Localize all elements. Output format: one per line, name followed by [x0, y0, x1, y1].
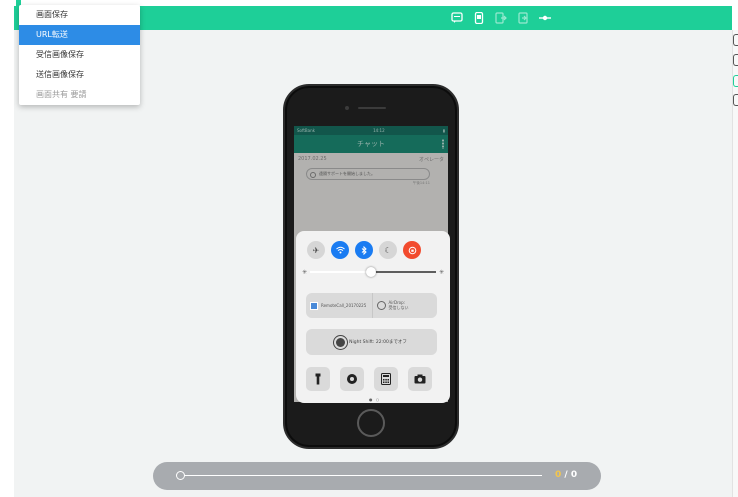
- left-strip: [0, 0, 14, 497]
- playback-track[interactable]: [180, 475, 542, 476]
- screenshot-label: RemoteCall_20170225: [321, 303, 367, 308]
- brightness-slider: [310, 267, 436, 277]
- moon-icon: ☾: [379, 241, 397, 259]
- airdrop-text: AirDrop: 受信しない: [389, 300, 409, 311]
- rail-screen-icon[interactable]: [733, 94, 738, 106]
- export-icon[interactable]: [493, 10, 509, 26]
- night-shift-tile: Night Shift: 22:00までオフ: [306, 329, 437, 355]
- import-icon[interactable]: [515, 10, 531, 26]
- brightness-high-icon: ✳: [439, 269, 445, 276]
- media-tiles: RemoteCall_20170225 AirDrop: 受信しない: [306, 293, 437, 318]
- playback-bar: 0 / 0: [153, 462, 601, 490]
- flashlight-icon: [306, 367, 330, 391]
- rail-settings-icon[interactable]: [733, 54, 738, 66]
- screenshot-tile: RemoteCall_20170225: [306, 293, 372, 318]
- connectivity-toggles: ✈ ☾: [307, 241, 421, 259]
- rail-active-icon[interactable]: [733, 75, 738, 87]
- playback-separator: /: [561, 470, 571, 480]
- phone-frame: SoftBank 14:12 ▮ チャット 2017.02.25 オペレータ 遠…: [283, 84, 459, 449]
- control-center: ✈ ☾ ✳ ✳ RemoteCall_20170225 AirDrop: 受信し…: [296, 231, 450, 403]
- menu-item-save-sent-image[interactable]: 送信画像保存: [19, 65, 140, 85]
- brightness-fill: [310, 271, 373, 273]
- rotation-lock-icon: [403, 241, 421, 259]
- playback-knob[interactable]: [176, 471, 185, 480]
- playback-total: 0: [570, 470, 578, 480]
- playback-counter: 0 / 0: [555, 470, 577, 480]
- page-indicator: ● ○: [369, 397, 381, 402]
- link-icon[interactable]: [537, 10, 553, 26]
- earpiece: [358, 107, 386, 109]
- night-shift-icon: [336, 337, 346, 347]
- wifi-icon: [331, 241, 349, 259]
- image-thumbnail-icon: [310, 301, 318, 310]
- airdrop-state: 受信しない: [388, 305, 409, 310]
- calculator-icon: [374, 367, 398, 391]
- rail-person-icon[interactable]: [733, 34, 738, 46]
- bluetooth-icon: [355, 241, 373, 259]
- chat-icon[interactable]: [449, 10, 465, 26]
- brightness-low-icon: ✳: [302, 269, 308, 276]
- menu-item-screen-save[interactable]: 画面保存: [19, 5, 140, 25]
- front-camera: [345, 106, 349, 110]
- airplane-icon: ✈: [307, 241, 325, 259]
- night-shift-label: Night Shift: 22:00までオフ: [349, 340, 407, 345]
- save-menu-dropdown: 画面保存 URL転送 受信画像保存 送信画像保存 画面共有 要請: [19, 5, 140, 105]
- home-button[interactable]: [357, 409, 385, 437]
- toolbar-icons: [449, 10, 553, 26]
- airdrop-tile: AirDrop: 受信しない: [371, 293, 438, 318]
- timer-icon: [340, 367, 364, 391]
- menu-item-screen-share-request: 画面共有 要請: [36, 90, 87, 99]
- airdrop-icon: [376, 301, 386, 310]
- menu-item-url-transfer[interactable]: URL転送: [19, 25, 140, 45]
- phone-device-icon[interactable]: [471, 10, 487, 26]
- camera-icon: [408, 367, 432, 391]
- menu-item-save-received-image[interactable]: 受信画像保存: [19, 45, 140, 65]
- shortcut-row: [306, 367, 432, 391]
- brightness-knob: [366, 267, 376, 277]
